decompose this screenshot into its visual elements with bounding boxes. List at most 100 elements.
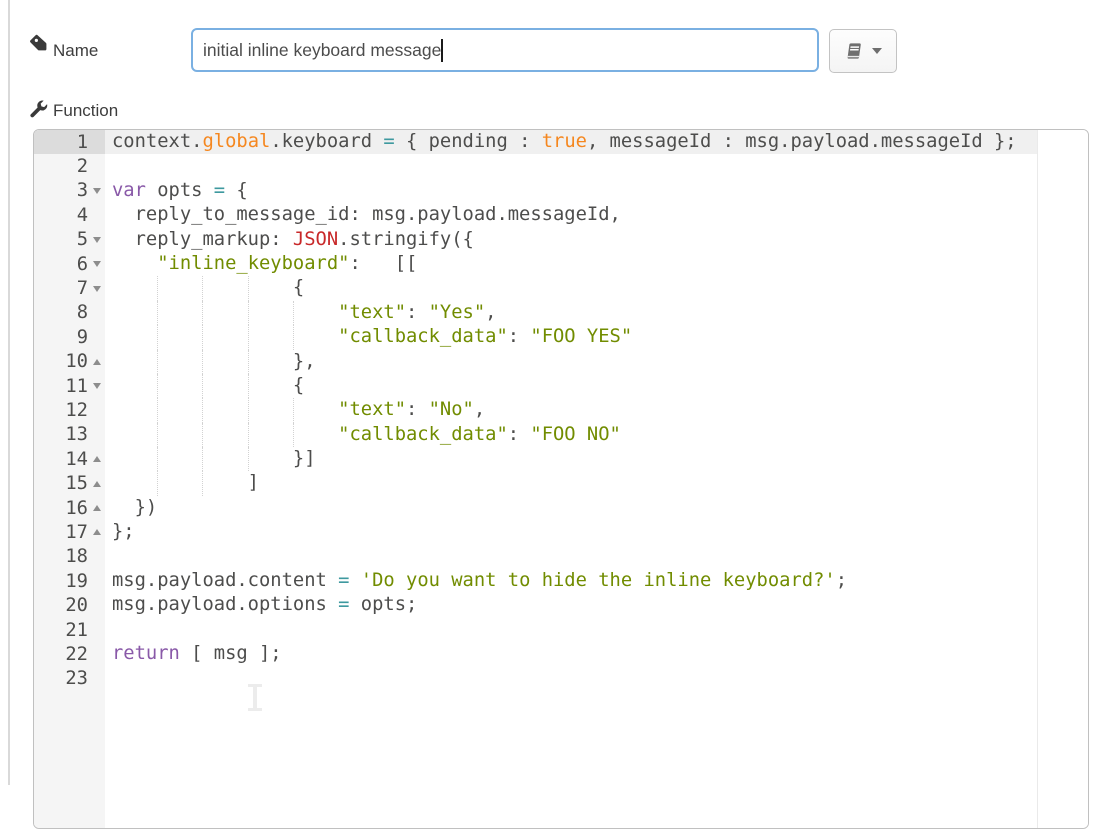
code-line-21[interactable] (105, 618, 1037, 642)
code-line-6[interactable]: "inline_keyboard": [[ (105, 252, 1037, 276)
code-line-3[interactable]: var opts = { (105, 179, 1037, 203)
line-number: 5 (34, 229, 88, 250)
gutter-line-23: 23 (34, 667, 105, 691)
name-input[interactable]: initial inline keyboard message (191, 28, 819, 72)
code-line-17[interactable]: }; (105, 520, 1037, 544)
code-line-7[interactable]: { (105, 276, 1037, 300)
line-number: 8 (34, 302, 88, 323)
code-line-14[interactable]: }] (105, 447, 1037, 471)
fold-up-icon[interactable] (88, 520, 105, 544)
gutter-line-10: 10 (34, 350, 105, 374)
code-text: var opts = { (112, 180, 248, 201)
fold-spacer (88, 325, 105, 349)
fold-down-icon[interactable] (88, 252, 105, 276)
line-number: 6 (34, 254, 88, 275)
line-number: 1 (34, 132, 88, 153)
book-icon (845, 42, 864, 61)
gutter-line-9: 9 (34, 325, 105, 349)
gutter-line-7: 7 (34, 276, 105, 300)
code-text: "inline_keyboard": [[ (112, 253, 417, 274)
gutter-line-1: 1 (34, 130, 105, 154)
line-number: 20 (34, 595, 88, 616)
name-field-label: Name (53, 41, 98, 61)
code-line-5[interactable]: reply_markup: JSON.stringify({ (105, 228, 1037, 252)
code-text: reply_markup: JSON.stringify({ (112, 229, 474, 250)
function-node-edit-dialog: { "name_row": { "label": "Name", "input_… (0, 0, 1105, 785)
code-text: return [ msg ]; (112, 643, 282, 664)
gutter-line-18: 18 (34, 545, 105, 569)
code-text: reply_to_message_id: msg.payload.message… (112, 204, 621, 225)
text-caret (441, 39, 443, 62)
gutter-line-12: 12 (34, 398, 105, 422)
line-number: 11 (34, 376, 88, 397)
code-line-15[interactable]: ] (105, 471, 1037, 495)
gutter-line-16: 16 (34, 496, 105, 520)
line-number: 13 (34, 424, 88, 445)
fold-spacer (88, 667, 105, 691)
name-input-value: initial inline keyboard message (203, 40, 441, 61)
fold-up-icon[interactable] (88, 496, 105, 520)
code-line-16[interactable]: }) (105, 496, 1037, 520)
code-text: "callback_data": "FOO NO" (112, 424, 621, 445)
code-line-20[interactable]: msg.payload.options = opts; (105, 593, 1037, 617)
gutter-line-3: 3 (34, 179, 105, 203)
editor-gutter: 1234567891011121314151617181920212223 (34, 130, 105, 828)
library-button[interactable] (829, 29, 897, 73)
code-line-11[interactable]: { (105, 374, 1037, 398)
line-number: 21 (34, 620, 88, 641)
code-line-19[interactable]: msg.payload.content = 'Do you want to hi… (105, 569, 1037, 593)
gutter-line-21: 21 (34, 618, 105, 642)
gutter-line-15: 15 (34, 471, 105, 495)
line-number: 2 (34, 156, 88, 177)
wrench-icon (28, 99, 48, 119)
line-number: 22 (34, 644, 88, 665)
gutter-line-22: 22 (34, 642, 105, 666)
fold-down-icon[interactable] (88, 276, 105, 300)
code-line-4[interactable]: reply_to_message_id: msg.payload.message… (105, 203, 1037, 227)
line-number: 7 (34, 278, 88, 299)
line-number: 9 (34, 327, 88, 348)
gutter-line-17: 17 (34, 520, 105, 544)
gutter-line-14: 14 (34, 447, 105, 471)
fold-spacer (88, 423, 105, 447)
gutter-line-8: 8 (34, 301, 105, 325)
fold-up-icon[interactable] (88, 447, 105, 471)
fold-spacer (88, 545, 105, 569)
editor-code[interactable]: context.global.keyboard = { pending : tr… (105, 130, 1037, 828)
line-number: 19 (34, 571, 88, 592)
fold-down-icon[interactable] (88, 179, 105, 203)
chevron-down-icon (872, 48, 882, 54)
fold-up-icon[interactable] (88, 471, 105, 495)
code-line-13[interactable]: "callback_data": "FOO NO" (105, 423, 1037, 447)
code-line-23[interactable] (105, 667, 1037, 691)
fold-down-icon[interactable] (88, 374, 105, 398)
line-number: 10 (34, 351, 88, 372)
code-line-22[interactable]: return [ msg ]; (105, 642, 1037, 666)
fold-down-icon[interactable] (88, 228, 105, 252)
line-number: 15 (34, 473, 88, 494)
pane-divider (8, 0, 10, 785)
fold-up-icon[interactable] (88, 350, 105, 374)
code-line-12[interactable]: "text": "No", (105, 398, 1037, 422)
code-line-8[interactable]: "text": "Yes", (105, 301, 1037, 325)
gutter-line-13: 13 (34, 423, 105, 447)
code-line-9[interactable]: "callback_data": "FOO YES" (105, 325, 1037, 349)
gutter-line-5: 5 (34, 228, 105, 252)
tag-icon (29, 33, 48, 52)
code-line-2[interactable] (105, 154, 1037, 178)
code-text: "text": "No", (112, 399, 485, 420)
editor-scrollbar-track (1037, 130, 1088, 828)
code-text: }; (112, 521, 135, 542)
code-line-18[interactable] (105, 545, 1037, 569)
code-line-1[interactable]: context.global.keyboard = { pending : tr… (105, 130, 1037, 154)
gutter-line-19: 19 (34, 569, 105, 593)
line-number: 16 (34, 498, 88, 519)
line-number: 23 (34, 668, 88, 689)
gutter-line-6: 6 (34, 252, 105, 276)
code-text: msg.payload.options = opts; (112, 594, 417, 615)
code-text: "text": "Yes", (112, 302, 496, 323)
ace-code-editor[interactable]: 1234567891011121314151617181920212223 co… (33, 129, 1089, 829)
function-field-label: Function (53, 101, 118, 121)
fold-spacer (88, 130, 105, 154)
code-line-10[interactable]: }, (105, 350, 1037, 374)
